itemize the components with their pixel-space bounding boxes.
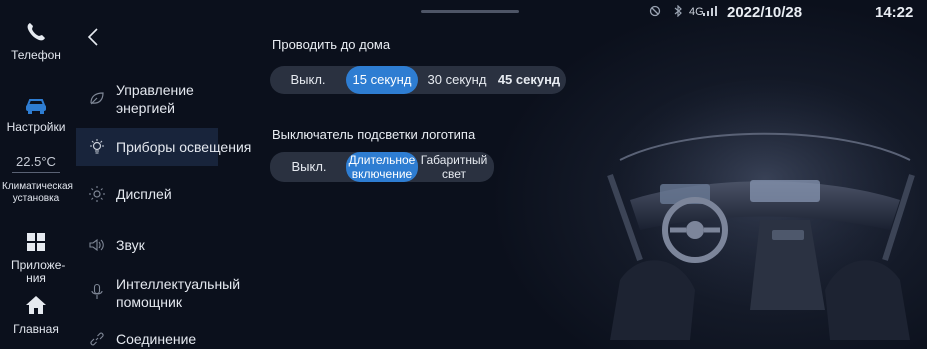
dock-home-label: Главная	[13, 322, 59, 336]
dock-climate-label: Климатическая установка	[2, 181, 73, 204]
microphone-icon	[88, 283, 106, 301]
menu-item-label: Дисплей	[116, 186, 172, 202]
dock-apps-label: Приложе-ния	[11, 258, 66, 285]
signal-icon	[703, 6, 717, 19]
menu-item-connection[interactable]: Соединение	[76, 326, 218, 349]
dock-phone[interactable]: Телефон	[0, 20, 72, 62]
home-icon	[0, 295, 72, 320]
menu-item-label: Интеллектуальный помощник	[116, 276, 241, 310]
menu-item-label: Приборы освещения	[116, 139, 252, 155]
apps-grid-icon	[0, 232, 72, 257]
brightness-icon	[88, 185, 106, 203]
menu-item-label: Управление энергией	[116, 82, 194, 116]
menu-item-assistant[interactable]: Интеллектуальный помощник	[76, 272, 240, 312]
dock-settings[interactable]: Настройки	[0, 96, 72, 134]
dock-climate[interactable]: 22.5°C Климатическая установка	[0, 153, 73, 205]
menu-item-lighting[interactable]: Приборы освещения	[76, 128, 251, 166]
menu-item-energy[interactable]: Управление энергией	[76, 78, 218, 118]
logo-light-title: Выключатель подсветки логотипа	[272, 127, 476, 142]
option-side-light[interactable]: Габаритный свет	[420, 152, 488, 182]
car-interior-illustration	[600, 80, 925, 340]
dock-home[interactable]: Главная	[0, 295, 72, 336]
option-45-sec[interactable]: 45 секунд	[494, 66, 564, 94]
option-15-sec[interactable]: 15 секунд	[346, 66, 418, 94]
follow-home-segmented: Выкл. 15 секунд 30 секунд 45 секунд	[270, 66, 566, 94]
dock-settings-label: Настройки	[6, 120, 66, 134]
bulb-icon	[88, 138, 106, 156]
side-dock: Телефон Настройки 22.5°C Климатическая у…	[0, 0, 73, 349]
dock-apps[interactable]: Приложе-ния	[0, 232, 72, 285]
car-icon	[0, 96, 72, 121]
bluetooth-icon	[673, 4, 683, 20]
option-continuous[interactable]: Длительное включение	[346, 152, 418, 182]
dock-phone-label: Телефон	[11, 48, 61, 62]
speaker-icon	[88, 236, 106, 254]
infotainment-screen: 4G 2022/10/28 14:22 Телефон Настройки 22…	[0, 0, 927, 349]
no-disturb-icon	[649, 5, 661, 20]
follow-home-title: Проводить до дома	[272, 37, 391, 52]
menu-item-display[interactable]: Дисплей	[76, 180, 218, 208]
menu-item-label: Звук	[116, 237, 145, 253]
menu-item-label: Соединение	[116, 331, 197, 347]
option-off[interactable]: Выкл.	[274, 66, 342, 94]
option-off[interactable]: Выкл.	[276, 152, 342, 182]
menu-item-sound[interactable]: Звук	[76, 231, 218, 259]
phone-icon	[0, 20, 72, 49]
network-type: 4G	[689, 6, 704, 18]
link-icon	[88, 330, 106, 348]
status-time: 14:22	[875, 4, 914, 21]
leaf-icon	[88, 89, 106, 107]
back-button[interactable]	[86, 26, 100, 53]
chevron-left-icon	[86, 28, 100, 52]
status-date: 2022/10/28	[727, 4, 803, 21]
logo-light-segmented: Выкл. Длительное включение Габаритный св…	[270, 152, 494, 182]
status-bar: 4G 2022/10/28 14:22	[0, 0, 927, 26]
option-30-sec[interactable]: 30 секунд	[422, 66, 492, 94]
pull-down-handle[interactable]	[421, 10, 519, 13]
temperature-value: 22.5°C	[12, 155, 60, 173]
